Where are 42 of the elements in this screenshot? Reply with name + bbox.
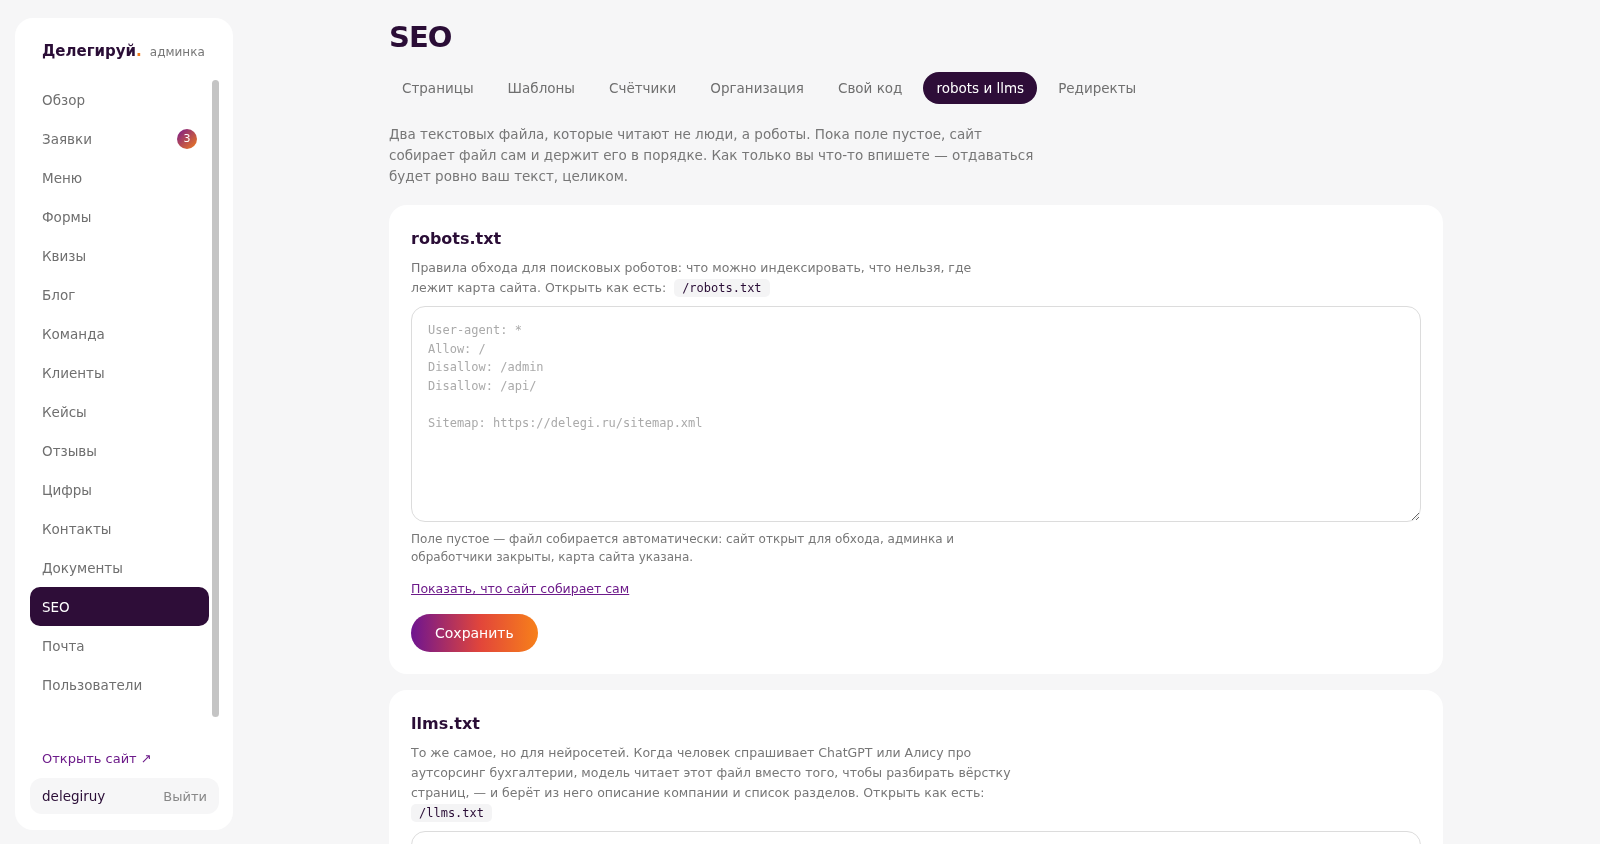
sidebar-item[interactable]: Блог (30, 275, 209, 314)
hint-text: Поле пустое — файл собирается автоматически: сайт открыт для обхода, админка и обработчики закрыты, карта сайта указана. (411, 531, 956, 566)
sidebar-item[interactable]: Заявки 3 (30, 119, 209, 158)
file-path-link[interactable]: /llms.txt (411, 804, 493, 822)
brand-logo: Делегируй. (42, 42, 142, 60)
section-title: robots.txt (411, 229, 503, 248)
username: delegiruy (42, 788, 106, 804)
section-description: То же самое, но для нейросетей. Когда человек спрашивает ChatGPT или Алису про аутсорсинг бухгалтерии, модель читает этот файл вместо того, чтобы разбирать вёрстку страниц, — и берёт из него описание компании и список разделов. Открыть как есть: /llms.txt (411, 744, 1011, 823)
section-title: llms.txt (411, 714, 481, 733)
save-button[interactable]: Сохранить (411, 614, 538, 652)
tab[interactable]: Шаблоны (494, 72, 588, 104)
sidebar-item[interactable]: SEO (30, 587, 209, 626)
sidebar-item[interactable]: Формы (30, 197, 209, 236)
sidebar-item[interactable]: Команда (30, 314, 209, 353)
tab[interactable]: Страницы (389, 72, 487, 104)
section-description: Правила обхода для поисковых роботов: что можно индексировать, что нельзя, где лежит карта сайта. Открыть как есть: /robots.txt (411, 259, 973, 298)
sidebar-item[interactable]: Обзор (30, 80, 209, 119)
page-title: SEO (389, 20, 453, 54)
sidebar-item[interactable]: Контакты (30, 509, 209, 548)
tab[interactable]: Свой код (824, 72, 916, 104)
tab[interactable]: Организация (697, 72, 817, 104)
sidebar-item[interactable]: Клиенты (30, 353, 209, 392)
sidebar-item[interactable]: Цифры (30, 470, 209, 509)
sidebar-item[interactable]: Кейсы (30, 392, 209, 431)
text-area[interactable]: User-agent: * Allow: / Disallow: /admin Disallow: /api/ Sitemap: https://delegi.ru/sitemap.xml (411, 306, 1421, 522)
logout-link[interactable]: Выйти (163, 788, 207, 804)
sidebar-item[interactable]: Почта (30, 626, 209, 665)
brand-subtitle: админка (149, 45, 205, 59)
sidebar-item[interactable]: Отзывы (30, 431, 209, 470)
sidebar-item[interactable]: Пользователи (30, 665, 209, 704)
tab[interactable]: Счётчики (596, 72, 690, 104)
sidebar-item[interactable]: Меню (30, 158, 209, 197)
intro-text: Два текстовых файла, которые читают не люди, а роботы. Пока поле пустое, сайт собирает файл сам и держит его в порядке. Как только вы что-то впишете — отдаваться будет ровно ваш текст, целиком. (389, 125, 1035, 186)
show-generated-link[interactable]: Показать, что сайт собирает сам (411, 581, 630, 596)
tab[interactable]: Редиректы (1045, 72, 1150, 104)
tab[interactable]: robots и llms (923, 72, 1038, 104)
open-site-link[interactable]: Открыть сайт ↗ (30, 737, 219, 778)
sidebar-item[interactable]: Документы (30, 548, 209, 587)
file-path-link[interactable]: /robots.txt (674, 279, 770, 297)
sidebar-item[interactable]: Квизы (30, 236, 209, 275)
scrollbar[interactable] (212, 80, 219, 717)
count-badge: 3 (177, 128, 197, 149)
